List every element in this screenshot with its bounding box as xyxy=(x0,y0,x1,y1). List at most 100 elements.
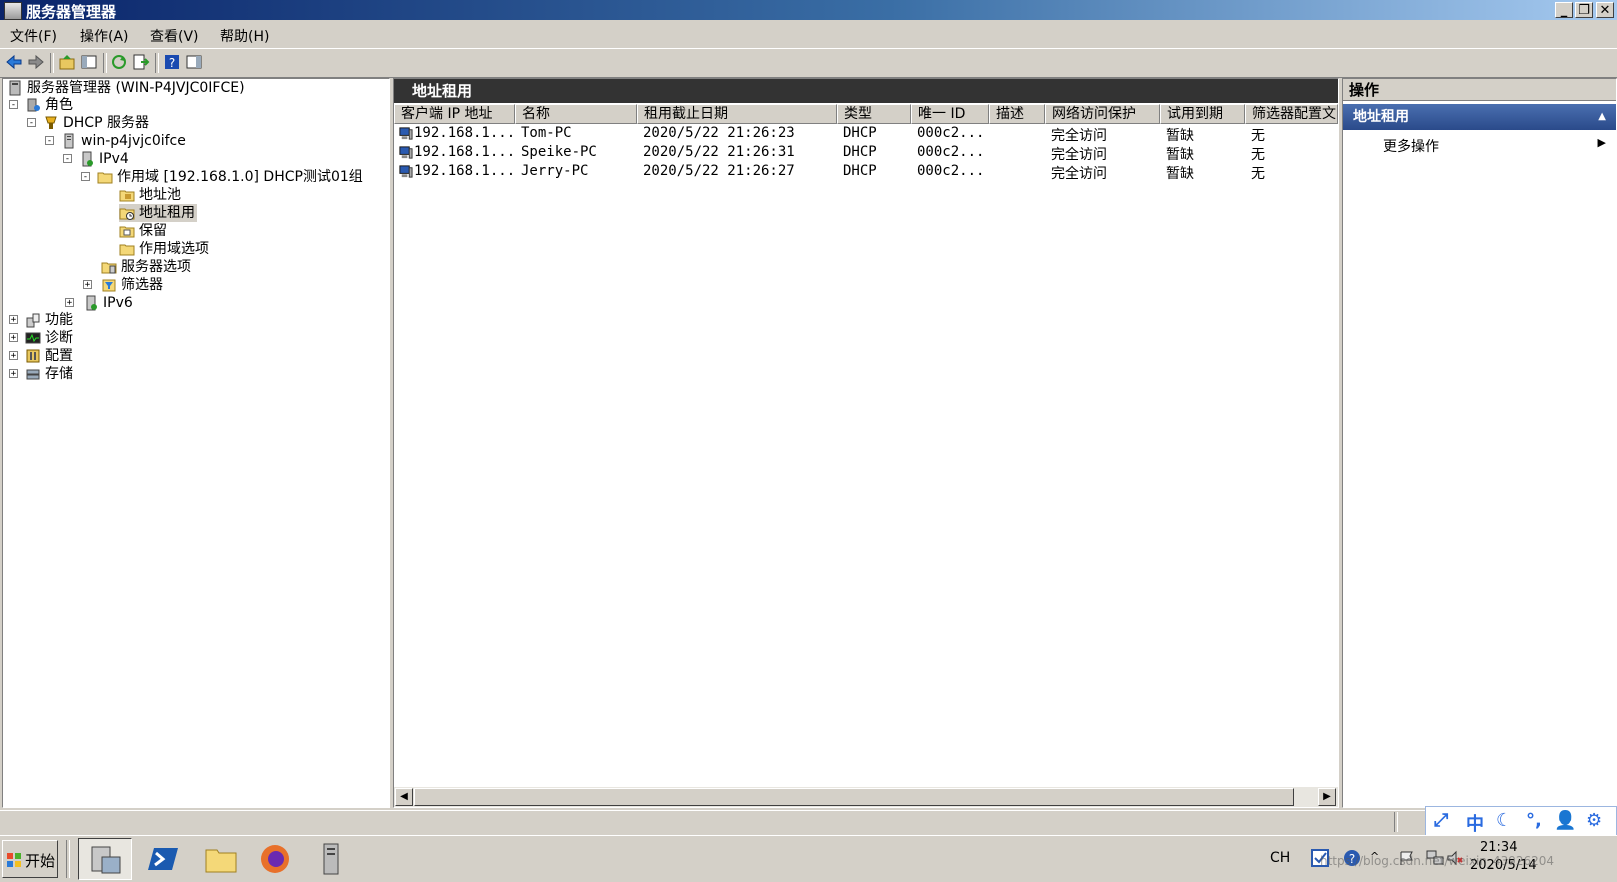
tree-label: 作用域选项 xyxy=(139,241,209,257)
show-action-pane-icon[interactable] xyxy=(185,53,203,71)
address-pool-icon xyxy=(119,190,135,202)
title-bar: 服务器管理器 _ ❐ ✕ xyxy=(0,0,1617,21)
taskbar-explorer[interactable] xyxy=(194,838,248,880)
ime-expand-icon[interactable]: ⤢ xyxy=(1434,810,1448,831)
column-unique-id[interactable]: 唯一 ID xyxy=(911,104,989,124)
language-indicator[interactable]: CH xyxy=(1270,850,1290,866)
toolbar-separator xyxy=(155,53,159,73)
cell-type: DHCP xyxy=(843,163,877,179)
tree-label: 配置 xyxy=(45,348,73,364)
tree-item-scope-options[interactable]: 作用域选项 xyxy=(119,240,209,258)
column-type[interactable]: 类型 xyxy=(837,104,911,124)
table-row[interactable]: 192.168.1... Tom-PC 2020/5/22 21:26:23 D… xyxy=(394,125,1338,144)
tree-item-address-leases[interactable]: 地址租用 xyxy=(119,204,197,222)
tree-item-ipv4[interactable]: - IPv4 xyxy=(61,150,129,168)
tree-label: 地址池 xyxy=(139,187,181,203)
collapse-icon[interactable]: - xyxy=(63,154,72,164)
tree-item-host[interactable]: - win-p4jvjc0ifce xyxy=(43,132,186,150)
cell-filter-profile: 无 xyxy=(1251,147,1265,163)
taskbar-server-manager[interactable] xyxy=(78,838,132,880)
cell-lease-expiration: 2020/5/22 21:26:31 xyxy=(643,144,795,160)
ime-halfwidth-icon[interactable]: ☾ xyxy=(1496,810,1512,831)
taskbar-powershell[interactable] xyxy=(136,838,190,880)
tree-item-diagnostics[interactable]: + 诊断 xyxy=(7,329,73,347)
folder-icon xyxy=(119,244,135,256)
menu-file[interactable]: 文件(F) xyxy=(10,26,57,46)
taskbar-admin-tools[interactable] xyxy=(304,838,358,880)
watermark-text: https://blog.csdn.net/weixin_43926204 xyxy=(1320,854,1555,868)
scroll-left-icon[interactable]: ◀ xyxy=(395,788,413,806)
expand-icon[interactable]: + xyxy=(9,315,18,325)
minimize-button[interactable]: _ xyxy=(1555,2,1573,18)
menu-help[interactable]: 帮助(H) xyxy=(220,26,269,46)
expand-icon[interactable]: + xyxy=(83,280,92,290)
close-button[interactable]: ✕ xyxy=(1596,2,1614,18)
collapse-icon[interactable]: - xyxy=(81,172,90,182)
expand-icon[interactable]: + xyxy=(9,369,18,379)
tree-item-storage[interactable]: + 存储 xyxy=(7,365,73,383)
column-lease-expiration[interactable]: 租用截止日期 xyxy=(637,104,837,124)
column-name[interactable]: 名称 xyxy=(515,104,637,124)
menu-action[interactable]: 操作(A) xyxy=(80,26,129,46)
column-client-ip[interactable]: 客户端 IP 地址 xyxy=(394,104,515,124)
actions-title: 操作 xyxy=(1343,79,1616,101)
clock-time[interactable]: 21:34 xyxy=(1480,840,1517,855)
collapse-icon[interactable]: - xyxy=(27,118,36,128)
taskbar-firefox[interactable] xyxy=(248,838,302,880)
folder-icon xyxy=(97,172,113,184)
collapse-icon[interactable]: - xyxy=(45,136,54,146)
scrollbar-thumb[interactable] xyxy=(414,788,1294,806)
expand-icon[interactable]: + xyxy=(9,333,18,343)
ime-user-icon[interactable]: 👤 xyxy=(1554,810,1576,831)
tree-item-root[interactable]: 服务器管理器 (WIN-P4JVJC0IFCE) xyxy=(7,79,245,97)
tree-item-scope[interactable]: - 作用域 [192.168.1.0] DHCP测试01组 xyxy=(79,168,363,186)
dhcp-server-icon xyxy=(45,116,57,129)
tree-label: 服务器选项 xyxy=(121,259,191,275)
tree-item-server-options[interactable]: 服务器选项 xyxy=(101,258,191,276)
cell-type: DHCP xyxy=(843,144,877,160)
toolbar-separator xyxy=(103,53,107,73)
show-hide-tree-icon[interactable] xyxy=(80,53,98,71)
export-list-icon[interactable] xyxy=(132,53,150,71)
table-row[interactable]: 192.168.1... Speike-PC 2020/5/22 21:26:3… xyxy=(394,144,1338,163)
tree-item-reservations[interactable]: 保留 xyxy=(119,222,167,240)
forward-icon[interactable] xyxy=(27,53,45,71)
table-row[interactable]: 192.168.1... Jerry-PC 2020/5/22 21:26:27… xyxy=(394,163,1338,182)
cell-nap: 完全访问 xyxy=(1051,147,1107,163)
expand-icon[interactable]: + xyxy=(65,298,74,308)
horizontal-scrollbar[interactable]: ◀ ▶ xyxy=(394,787,1338,807)
tree-item-dhcp-server[interactable]: - DHCP 服务器 xyxy=(25,114,149,132)
ime-settings-icon[interactable]: ⚙ xyxy=(1586,810,1602,831)
tree-label: 服务器管理器 (WIN-P4JVJC0IFCE) xyxy=(27,80,245,96)
collapse-section-icon[interactable]: ▲ xyxy=(1598,104,1606,130)
help-icon[interactable]: ? xyxy=(163,53,181,71)
column-description[interactable]: 描述 xyxy=(989,104,1045,124)
ime-punctuation-icon[interactable]: °, xyxy=(1526,810,1542,831)
tree-item-filters[interactable]: + 筛选器 xyxy=(83,276,163,294)
back-icon[interactable] xyxy=(5,53,23,71)
column-filter-profile[interactable]: 筛选器配置文 xyxy=(1245,104,1338,124)
start-button[interactable]: 开始 xyxy=(2,840,58,878)
lease-client-icon xyxy=(399,146,413,159)
refresh-icon[interactable] xyxy=(110,53,128,71)
tree-item-roles[interactable]: - 角色 xyxy=(7,96,73,114)
tree-item-configuration[interactable]: + 配置 xyxy=(7,347,73,365)
window-title: 服务器管理器 xyxy=(26,3,117,21)
tree-item-features[interactable]: + 功能 xyxy=(7,311,73,329)
admin-tools-icon xyxy=(323,843,339,875)
column-nap[interactable]: 网络访问保护 xyxy=(1045,104,1160,124)
menu-view[interactable]: 查看(V) xyxy=(150,26,199,46)
tree-item-address-pool[interactable]: 地址池 xyxy=(119,186,181,204)
actions-section-header[interactable]: 地址租用 ▲ xyxy=(1343,104,1616,130)
tree-label: 作用域 [192.168.1.0] DHCP测试01组 xyxy=(117,169,363,185)
expand-icon[interactable]: + xyxy=(9,351,18,361)
column-probation-expiry[interactable]: 试用到期 xyxy=(1160,104,1245,124)
collapse-icon[interactable]: - xyxy=(9,100,18,110)
scroll-right-icon[interactable]: ▶ xyxy=(1318,788,1336,806)
more-actions-item[interactable]: 更多操作 ▶ xyxy=(1343,133,1616,157)
up-folder-icon[interactable] xyxy=(58,53,76,71)
restore-button[interactable]: ❐ xyxy=(1575,2,1593,18)
tree-item-ipv6[interactable]: + IPv6 xyxy=(65,294,133,312)
taskbar-separator xyxy=(66,840,70,878)
ime-chinese-mode[interactable]: 中 xyxy=(1466,810,1484,836)
